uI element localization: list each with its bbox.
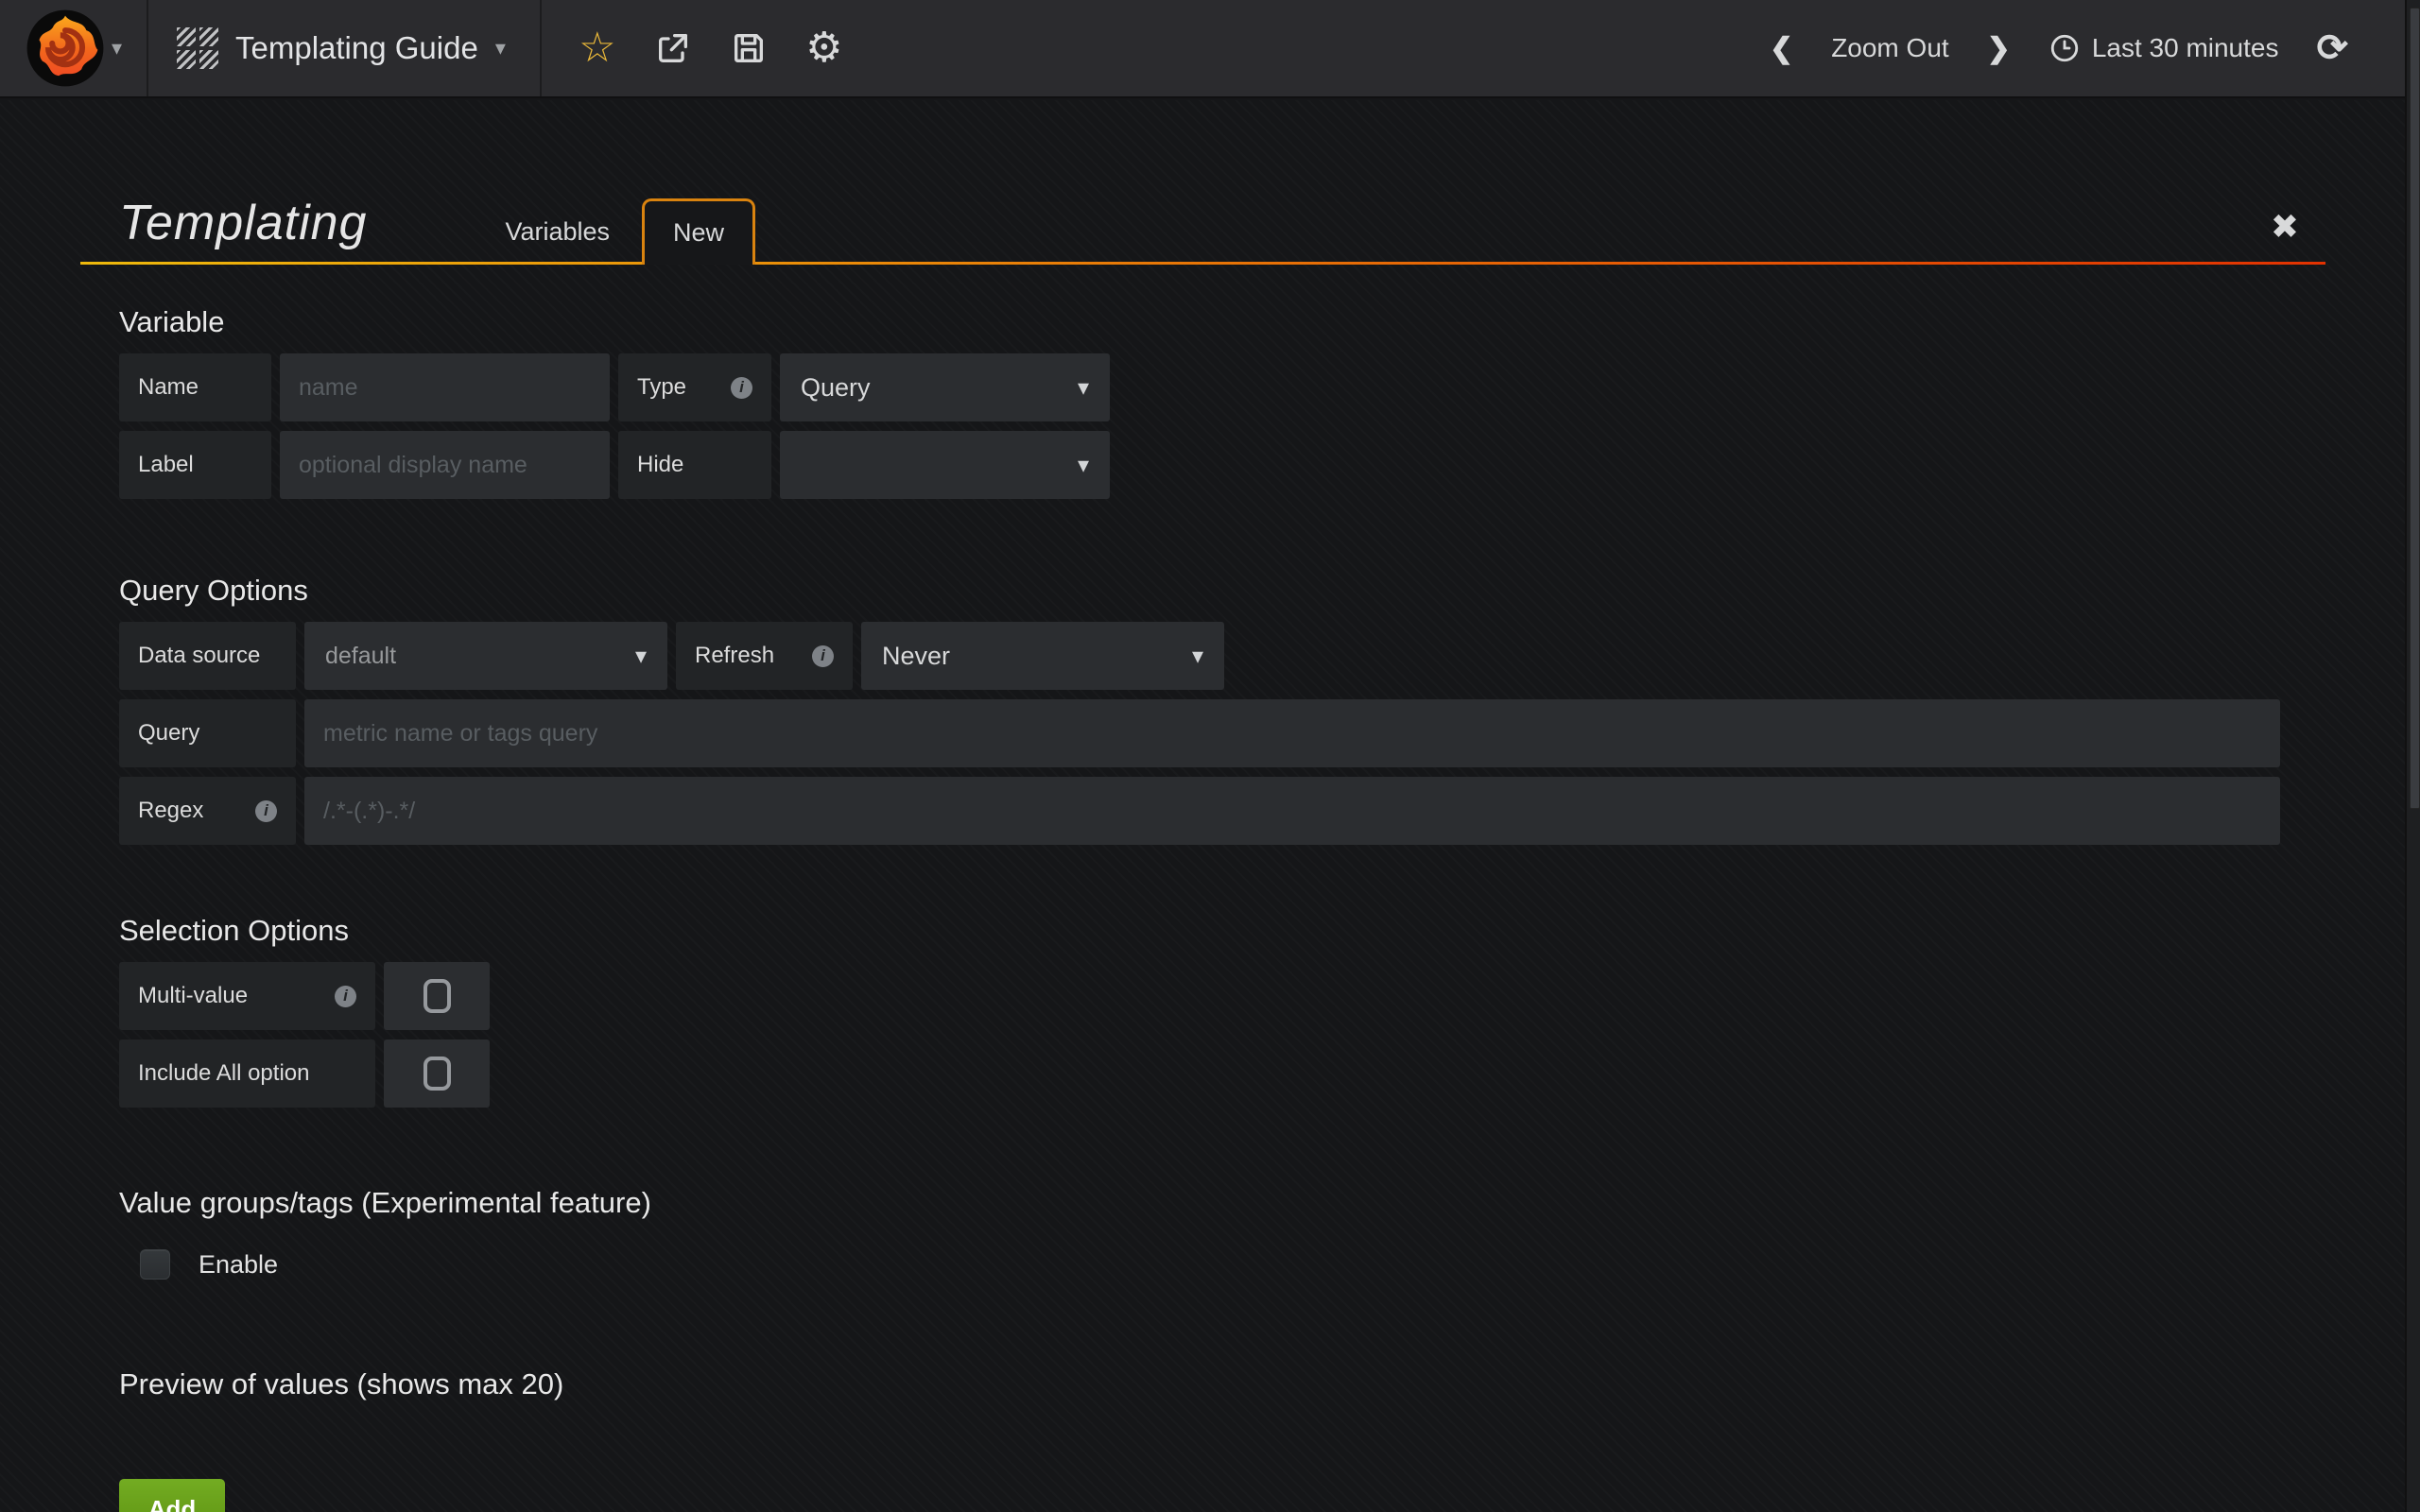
chevron-right-icon: ❯	[1987, 32, 2011, 65]
star-button[interactable]: ☆	[566, 0, 629, 97]
templating-panel-header: Templating Variables New ✖	[80, 100, 2325, 265]
query-label: Query	[119, 699, 296, 767]
save-icon	[730, 29, 768, 67]
save-button[interactable]	[717, 0, 780, 97]
gear-icon: ⚙	[805, 27, 842, 69]
query-options-heading: Query Options	[119, 571, 2325, 610]
settings-button[interactable]: ⚙	[793, 0, 856, 97]
vertical-scrollbar[interactable]	[2405, 0, 2420, 1512]
time-range-picker[interactable]: Last 30 minutes	[2030, 0, 2298, 97]
chevron-down-icon: ▾	[1078, 452, 1089, 479]
variable-section-heading: Variable	[119, 302, 2325, 342]
main-menu-caret-icon: ▾	[112, 38, 122, 59]
refresh-info-icon[interactable]: i	[812, 645, 834, 667]
refresh-button[interactable]: ⟳	[2297, 0, 2367, 97]
top-navbar: ▾ Templating Guide ▾ ☆ ⚙	[0, 0, 2420, 98]
datasource-row: Data source default ▾ Refresh i Never ▾	[119, 622, 2325, 690]
templating-tabs: Variables New	[473, 198, 755, 265]
checkbox-unchecked-icon	[424, 1057, 451, 1091]
templating-editor-page: Templating Variables New ✖ Variable Name…	[0, 100, 2420, 1512]
chevron-down-icon: ▾	[1078, 374, 1089, 402]
dashboard-title: Templating Guide	[235, 30, 478, 66]
dashboard-caret-icon: ▾	[495, 38, 506, 59]
scrollbar-thumb[interactable]	[2410, 8, 2420, 809]
hide-label: Hide	[618, 431, 771, 499]
time-shift-back-button[interactable]: ❮	[1751, 0, 1812, 97]
multi-value-info-icon[interactable]: i	[335, 986, 356, 1007]
multi-value-checkbox[interactable]	[384, 962, 490, 1030]
name-label: Name	[119, 353, 271, 421]
datasource-select[interactable]: default ▾	[304, 622, 667, 690]
include-all-label: Include All option	[119, 1040, 375, 1108]
query-row: Query	[119, 699, 2325, 767]
time-controls: ❮ Zoom Out ❯ Last 30 minutes ⟳	[1751, 0, 2420, 96]
chevron-down-icon: ▾	[1192, 643, 1203, 670]
multi-value-label: Multi-value i	[119, 962, 375, 1030]
share-button[interactable]	[642, 0, 704, 97]
regex-label: Regex i	[119, 777, 296, 845]
variable-name-row: Name Type i Query ▾	[119, 353, 2325, 421]
dashboard-icon	[177, 27, 218, 69]
enable-label: Enable	[199, 1250, 278, 1280]
refresh-label: Refresh i	[676, 622, 853, 690]
share-icon	[654, 29, 692, 67]
star-icon: ☆	[579, 27, 615, 69]
multi-value-row: Multi-value i	[119, 962, 2325, 1030]
refresh-select[interactable]: Never ▾	[861, 622, 1224, 690]
regex-input[interactable]	[304, 777, 2280, 845]
refresh-icon: ⟳	[2316, 29, 2348, 67]
close-icon: ✖	[2271, 207, 2299, 246]
clock-icon	[2048, 32, 2081, 64]
regex-info-icon[interactable]: i	[255, 800, 277, 822]
selection-options-heading: Selection Options	[119, 911, 2325, 951]
type-info-icon[interactable]: i	[731, 377, 752, 399]
preview-heading: Preview of values (shows max 20)	[119, 1365, 2325, 1404]
variable-editor-form: Variable Name Type i Query ▾ Label Hide …	[0, 302, 2420, 1512]
query-input[interactable]	[304, 699, 2280, 767]
include-all-row: Include All option	[119, 1040, 2325, 1108]
time-range-label: Last 30 minutes	[2092, 33, 2279, 63]
checkbox-unchecked-icon	[424, 979, 451, 1013]
grafana-logo	[25, 8, 106, 89]
include-all-checkbox[interactable]	[384, 1040, 490, 1108]
close-button[interactable]: ✖	[2271, 210, 2299, 244]
tab-underline-accent	[80, 262, 2325, 265]
enable-row: Enable	[119, 1249, 2325, 1280]
chevron-left-icon: ❮	[1770, 32, 1793, 65]
grafana-menu-button[interactable]: ▾	[0, 0, 147, 96]
type-select-value: Query	[801, 373, 871, 403]
page-title: Templating	[80, 195, 367, 251]
variable-label-row: Label Hide ▾	[119, 431, 2325, 499]
datasource-label: Data source	[119, 622, 296, 690]
refresh-select-value: Never	[882, 642, 950, 671]
datasource-select-value: default	[325, 643, 396, 670]
enable-checkbox[interactable]	[140, 1249, 170, 1280]
zoom-out-label: Zoom Out	[1831, 33, 1948, 63]
type-label: Type i	[618, 353, 771, 421]
label-label: Label	[119, 431, 271, 499]
zoom-out-button[interactable]: Zoom Out	[1812, 0, 1967, 97]
value-groups-heading: Value groups/tags (Experimental feature)	[119, 1183, 2325, 1223]
time-shift-forward-button[interactable]: ❯	[1968, 0, 2030, 97]
regex-row: Regex i	[119, 777, 2325, 845]
dashboard-picker-button[interactable]: Templating Guide ▾	[148, 0, 540, 96]
tab-new[interactable]: New	[642, 198, 755, 265]
label-input[interactable]	[280, 431, 610, 499]
hide-select[interactable]: ▾	[780, 431, 1110, 499]
add-button[interactable]: Add	[119, 1479, 225, 1512]
type-select[interactable]: Query ▾	[780, 353, 1110, 421]
name-input[interactable]	[280, 353, 610, 421]
chevron-down-icon: ▾	[635, 643, 647, 670]
dashboard-actions: ☆ ⚙	[542, 0, 880, 96]
tab-variables[interactable]: Variables	[473, 198, 642, 265]
